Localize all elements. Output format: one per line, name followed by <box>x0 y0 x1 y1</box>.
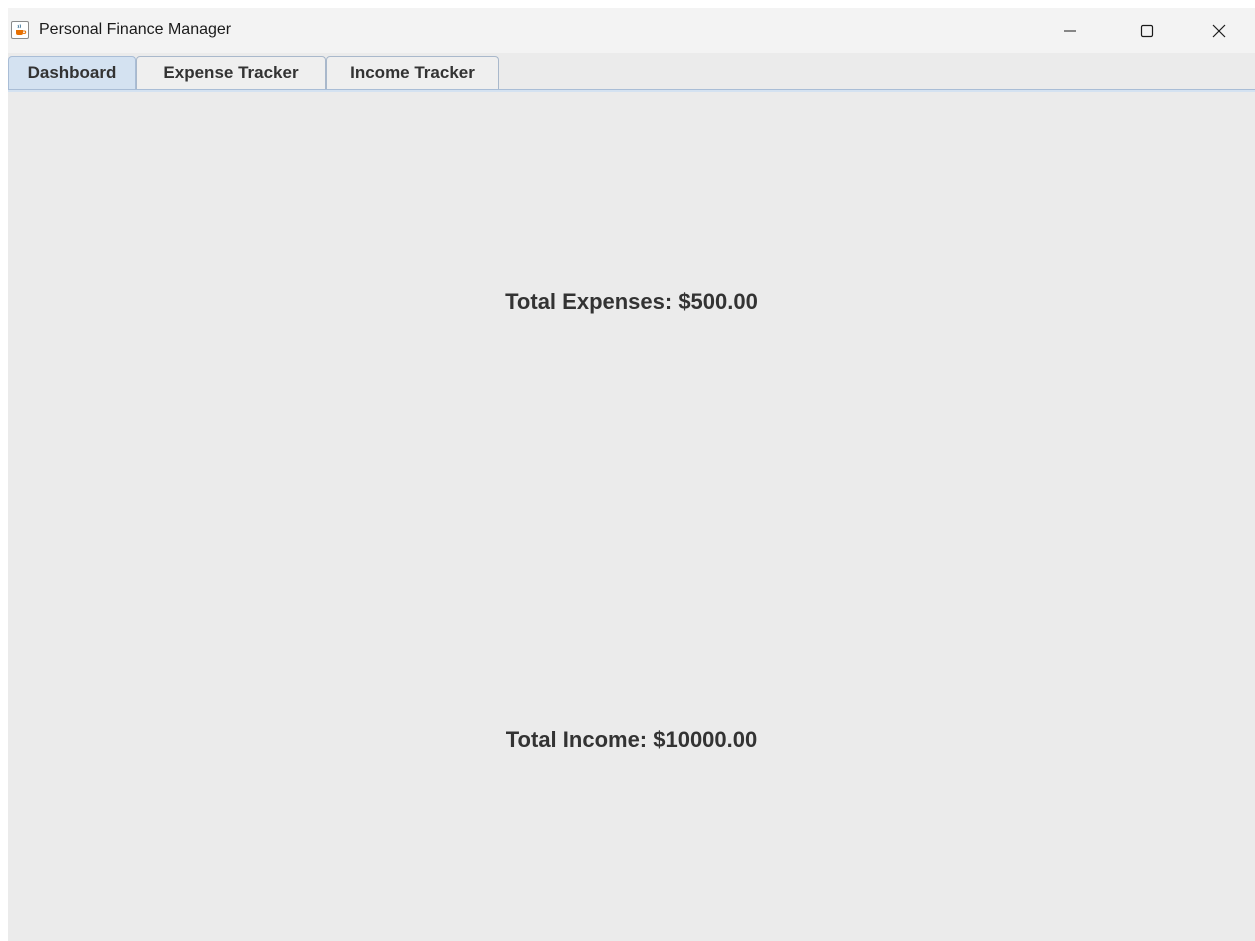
tab-income-tracker[interactable]: Income Tracker <box>326 56 499 89</box>
window-title: Personal Finance Manager <box>39 21 232 38</box>
close-button[interactable] <box>1196 8 1242 53</box>
tab-expense-tracker[interactable]: Expense Tracker <box>136 56 326 89</box>
java-cup-icon[interactable] <box>11 21 29 39</box>
maximize-icon <box>1140 24 1154 37</box>
tab-divider <box>8 89 1255 92</box>
minimize-button[interactable] <box>1047 8 1093 53</box>
title-bar[interactable]: Personal Finance Manager <box>8 8 1255 53</box>
total-income-label: Total Income: $10000.00 <box>505 727 758 752</box>
total-expenses-label: Total Expenses: $500.00 <box>505 289 758 314</box>
close-icon <box>1212 24 1226 37</box>
dashboard-panel: Total Expenses: $500.00 Total Income: $1… <box>8 93 1255 941</box>
tab-dashboard[interactable]: Dashboard <box>8 56 136 89</box>
tab-strip: Dashboard Expense Tracker Income Tracker <box>8 53 1255 93</box>
maximize-button[interactable] <box>1124 8 1170 53</box>
app-window: Personal Finance Manager Dashboard Expen… <box>8 8 1255 941</box>
minimize-icon <box>1064 30 1076 31</box>
